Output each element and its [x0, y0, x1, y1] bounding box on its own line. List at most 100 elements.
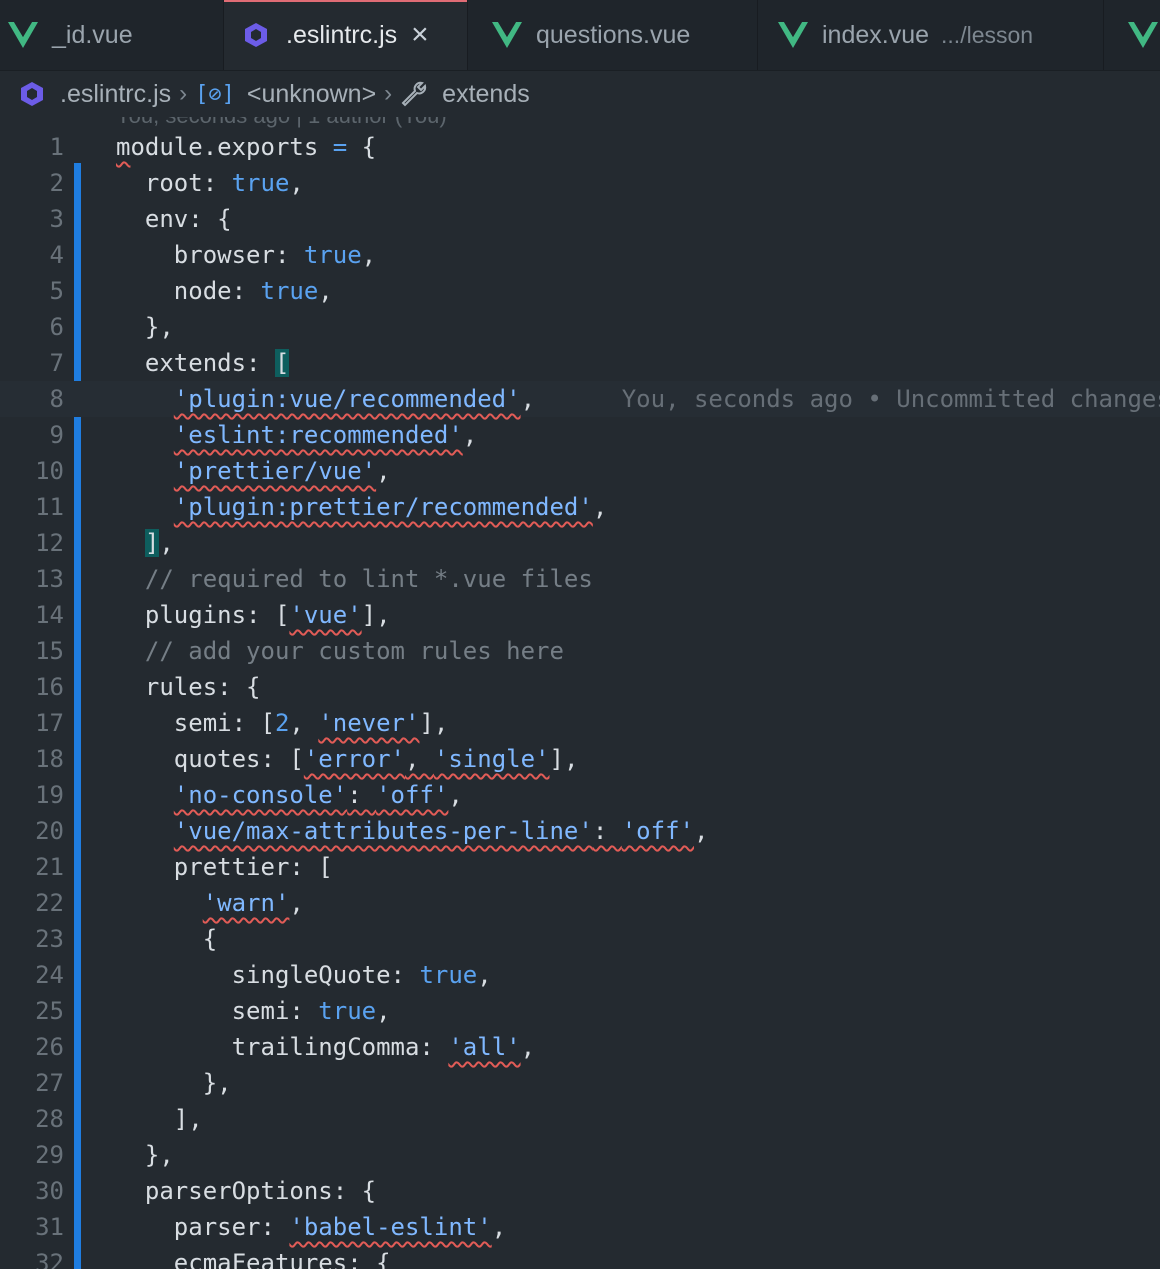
eslint-hex-icon	[21, 82, 43, 106]
code-text: quotes: ['error', 'single'],	[116, 745, 579, 773]
code-line[interactable]: 4 browser: true,	[0, 237, 1160, 273]
code-line[interactable]: 31 parser: 'babel-eslint',	[0, 1209, 1160, 1245]
code-line[interactable]: 17 semi: [2, 'never'],	[0, 705, 1160, 741]
tab-overflow[interactable]	[1104, 0, 1160, 70]
line-number[interactable]: 27	[0, 1065, 64, 1101]
line-number[interactable]: 23	[0, 921, 64, 957]
code-text: ],	[144, 529, 174, 557]
line-number[interactable]: 29	[0, 1137, 64, 1173]
line-number[interactable]: 31	[0, 1209, 64, 1245]
code-editor[interactable]: You, seconds ago | 1 author (You) 1 modul…	[0, 117, 1160, 1269]
line-number[interactable]: 10	[0, 453, 64, 489]
line-number[interactable]: 22	[0, 885, 64, 921]
code-text: // required to lint *.vue files	[144, 565, 593, 593]
line-number[interactable]: 24	[0, 957, 64, 993]
line-number[interactable]: 18	[0, 741, 64, 777]
code-line[interactable]: 23 {	[0, 921, 1160, 957]
code-text: 'plugin:prettier/recommended',	[173, 493, 608, 521]
line-number[interactable]: 5	[0, 273, 64, 309]
code-line[interactable]: 16 rules: {	[0, 669, 1160, 705]
code-line[interactable]: 29 },	[0, 1137, 1160, 1173]
line-number[interactable]: 21	[0, 849, 64, 885]
line-number[interactable]: 15	[0, 633, 64, 669]
line-number[interactable]: 25	[0, 993, 64, 1029]
line-number[interactable]: 2	[0, 165, 64, 201]
code-line[interactable]: 19 'no-console': 'off',	[0, 777, 1160, 813]
variable-icon: [⊘]	[195, 81, 235, 107]
code-text: 'prettier/vue',	[173, 457, 391, 485]
line-number[interactable]: 14	[0, 597, 64, 633]
code-line[interactable]: 21 prettier: [	[0, 849, 1160, 885]
line-number[interactable]: 9	[0, 417, 64, 453]
code-text: prettier: [	[116, 853, 333, 881]
blame-header[interactable]: You, seconds ago | 1 author (You)	[116, 117, 447, 129]
line-number[interactable]: 1	[0, 129, 64, 165]
code-line[interactable]: 1 module.exports = {	[0, 129, 1160, 165]
line-number[interactable]: 11	[0, 489, 64, 525]
breadcrumb-property[interactable]: extends	[442, 80, 530, 109]
code-line[interactable]: 30 parserOptions: {	[0, 1173, 1160, 1209]
tab-questions-vue[interactable]: questions.vue	[468, 0, 758, 70]
line-number[interactable]: 8	[0, 381, 64, 417]
line-number[interactable]: 20	[0, 813, 64, 849]
line-number[interactable]: 17	[0, 705, 64, 741]
code-line[interactable]: 8 'plugin:vue/recommended', You, seconds…	[0, 381, 1160, 417]
code-line[interactable]: 9 'eslint:recommended',	[0, 417, 1160, 453]
code-line[interactable]: 24 singleQuote: true,	[0, 957, 1160, 993]
line-number[interactable]: 3	[0, 201, 64, 237]
code-text: 'no-console': 'off',	[173, 781, 463, 809]
line-number[interactable]: 12	[0, 525, 64, 561]
line-number[interactable]: 28	[0, 1101, 64, 1137]
code-text: 'vue/max-attributes-per-line': 'off',	[173, 817, 709, 845]
code-text: ecmaFeatures: {	[116, 1249, 391, 1269]
code-text: },	[116, 313, 174, 341]
line-number[interactable]: 6	[0, 309, 64, 345]
code-line[interactable]: 12 ],	[0, 525, 1160, 561]
code-line[interactable]: 2 root: true,	[0, 165, 1160, 201]
code-line[interactable]: 18 quotes: ['error', 'single'],	[0, 741, 1160, 777]
tab-label: questions.vue	[536, 20, 691, 49]
code-line[interactable]: 14 plugins: ['vue'],	[0, 597, 1160, 633]
code-line[interactable]: 11 'plugin:prettier/recommended',	[0, 489, 1160, 525]
code-text: 'eslint:recommended',	[173, 421, 478, 449]
code-line[interactable]: 22 'warn',	[0, 885, 1160, 921]
line-number[interactable]: 4	[0, 237, 64, 273]
code-line[interactable]: 26 trailingComma: 'all',	[0, 1029, 1160, 1065]
code-text: semi: [2, 'never'],	[116, 709, 449, 737]
code-line[interactable]: 6 },	[0, 309, 1160, 345]
code-line[interactable]: 20 'vue/max-attributes-per-line': 'off',	[0, 813, 1160, 849]
line-number[interactable]: 30	[0, 1173, 64, 1209]
tab-label: _id.vue	[52, 20, 133, 49]
code-text: // add your custom rules here	[144, 637, 564, 665]
tab-label: index.vue	[822, 20, 930, 49]
line-number[interactable]: 13	[0, 561, 64, 597]
code-line[interactable]: 3 env: {	[0, 201, 1160, 237]
code-line[interactable]: 7 extends: [	[0, 345, 1160, 381]
line-number[interactable]: 26	[0, 1029, 64, 1065]
line-number[interactable]: 16	[0, 669, 64, 705]
line-number[interactable]: 32	[0, 1245, 64, 1269]
code-text: browser: true,	[116, 241, 377, 269]
code-line[interactable]: 32 ecmaFeatures: {	[0, 1245, 1160, 1269]
code-text: trailingComma: 'all',	[116, 1033, 536, 1061]
tab-label: .eslintrc.js	[286, 20, 398, 49]
code-text: {	[116, 925, 218, 953]
tab-id-vue[interactable]: _id.vue	[0, 0, 224, 70]
code-line[interactable]: 28 ],	[0, 1101, 1160, 1137]
breadcrumb-file[interactable]: .eslintrc.js	[60, 80, 171, 109]
vue-icon	[778, 22, 808, 48]
line-number[interactable]: 7	[0, 345, 64, 381]
tab-index-vue[interactable]: index.vue .../lesson	[758, 0, 1104, 70]
code-text: 'plugin:vue/recommended', You, seconds a…	[116, 381, 1160, 417]
code-line[interactable]: 10 'prettier/vue',	[0, 453, 1160, 489]
code-line[interactable]: 13 // required to lint *.vue files	[0, 561, 1160, 597]
close-icon[interactable]: ×	[411, 20, 429, 50]
line-number[interactable]: 19	[0, 777, 64, 813]
eslint-hex-icon	[245, 23, 267, 47]
code-line[interactable]: 27 },	[0, 1065, 1160, 1101]
code-line[interactable]: 15 // add your custom rules here	[0, 633, 1160, 669]
code-line[interactable]: 5 node: true,	[0, 273, 1160, 309]
code-line[interactable]: 25 semi: true,	[0, 993, 1160, 1029]
breadcrumb-symbol[interactable]: <unknown>	[247, 80, 376, 109]
tab-eslintrc[interactable]: .eslintrc.js ×	[224, 0, 468, 70]
